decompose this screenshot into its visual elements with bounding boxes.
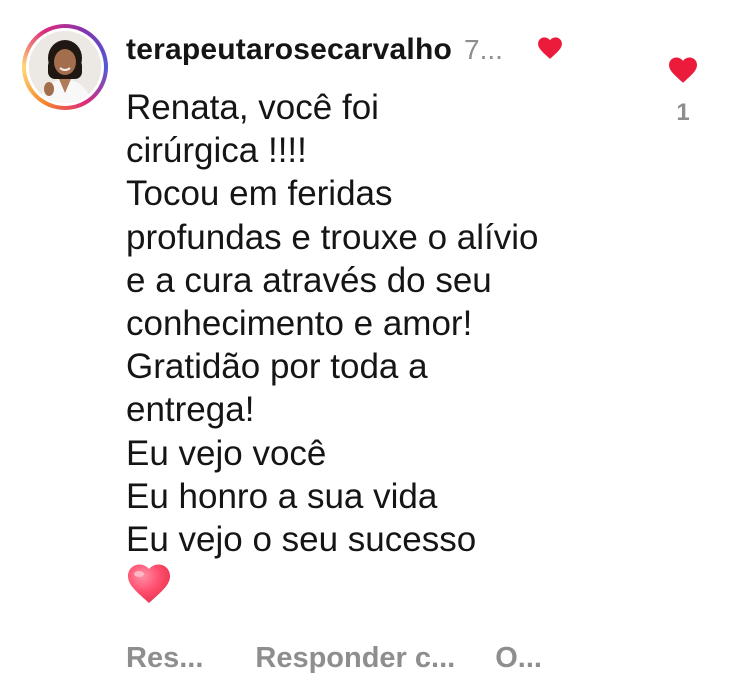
timestamp: 7... xyxy=(464,34,503,65)
comment-line: entrega! xyxy=(126,390,255,430)
comment-line: Renata, você foi xyxy=(126,88,379,127)
comment-actions: Res... Responder c... O... xyxy=(126,636,542,680)
username[interactable]: terapeutarosecarvalho xyxy=(126,33,452,67)
heart-icon xyxy=(537,36,563,65)
heart-icon[interactable] xyxy=(667,56,699,89)
comment-line: e a cura através do seu xyxy=(126,260,492,300)
avatar-image xyxy=(29,31,101,103)
comment-line: Eu honro a sua vida xyxy=(126,476,438,516)
heart-emoji xyxy=(126,563,646,609)
like-count: 1 xyxy=(676,99,690,126)
comment-line: profundas e trouxe o alívio xyxy=(126,217,539,257)
like-column: 1 xyxy=(661,56,705,127)
comment-text: Renata, você foi cirúrgica !!!! Tocou em… xyxy=(126,86,646,609)
comment-line: Gratidão por toda a xyxy=(126,347,428,387)
creator-reaction xyxy=(525,36,563,65)
comment-line: Eu vejo você xyxy=(126,433,327,473)
avatar[interactable] xyxy=(22,24,108,110)
avatar-photo xyxy=(29,31,101,103)
comment-line: Tocou em feridas xyxy=(126,174,393,214)
more-options-button[interactable]: O... xyxy=(495,642,542,675)
avatar-border xyxy=(26,28,104,106)
comment-line: cirúrgica !!!! xyxy=(126,131,307,171)
comment-header: terapeutarosecarvalho 7... xyxy=(126,30,563,70)
reply-button[interactable]: Res... xyxy=(126,642,203,675)
comment-line: Eu vejo o seu sucesso xyxy=(126,520,477,560)
comment-line: conhecimento e amor! xyxy=(126,304,473,344)
reply-private-button[interactable]: Responder c... xyxy=(255,642,455,675)
moon-icon xyxy=(525,41,535,59)
